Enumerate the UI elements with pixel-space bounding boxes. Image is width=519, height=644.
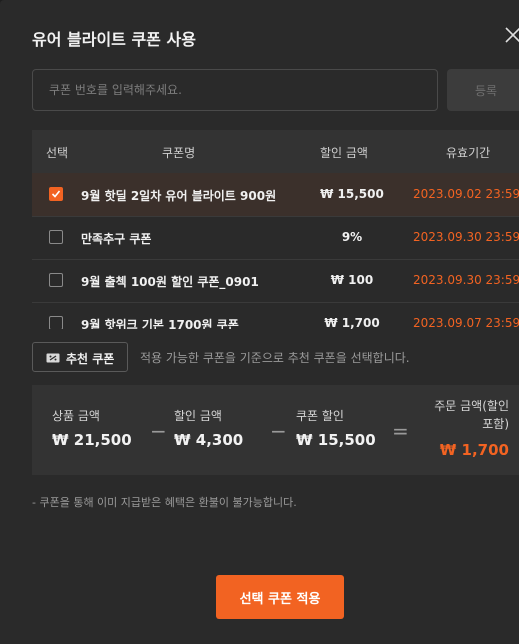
minus-sign: − xyxy=(150,419,167,443)
header-discount: 할인 금액 xyxy=(320,146,368,160)
discount-amount-value: ₩ 4,300 xyxy=(174,431,244,449)
coupon-list[interactable]: 9월 핫딜 2일차 유어 블라이트 900원 ₩ 15,500 2023.09.… xyxy=(32,173,519,329)
coupon-discount: 9% xyxy=(341,230,363,244)
coupon-discount-label: 쿠폰 할인 xyxy=(296,409,344,423)
coupon-row[interactable]: 9월 핫딜 2일차 유어 블라이트 900원 ₩ 15,500 2023.09.… xyxy=(32,173,519,217)
coupon-checkbox[interactable] xyxy=(49,316,63,329)
header-coupon-name: 쿠폰명 xyxy=(162,146,196,160)
refund-notice: - 쿠폰을 통해 이미 지급받은 혜택은 환불이 불가능합니다. xyxy=(32,496,297,509)
equals-sign: = xyxy=(392,419,409,443)
discount-amount-label: 할인 금액 xyxy=(174,409,222,423)
coupon-name: 9월 핫위크 기본 1700원 쿠폰 xyxy=(81,318,239,329)
price-summary: 상품 금액 ₩ 21,500 − 할인 금액 ₩ 4,300 − 쿠폰 할인 ₩… xyxy=(32,385,519,475)
coupon-discount: ₩ 100 xyxy=(330,273,374,287)
coupon-checkbox[interactable] xyxy=(49,273,63,287)
close-icon[interactable] xyxy=(504,26,519,46)
coupon-modal: 유어 블라이트 쿠폰 사용 등록 선택 쿠폰명 할인 금액 유효기간 9월 핫딜… xyxy=(0,0,519,644)
apply-selected-coupon-button[interactable]: 선택 쿠폰 적용 xyxy=(216,575,344,619)
order-total-value: ₩ 1,700 xyxy=(439,441,509,459)
minus-sign: − xyxy=(270,419,287,443)
coupon-validity: 2023.09.30 23:59 xyxy=(413,230,519,244)
coupon-discount: ₩ 15,500 xyxy=(320,187,384,201)
coupon-validity: 2023.09.07 23:59 xyxy=(413,316,519,329)
header-validity: 유효기간 xyxy=(446,146,491,160)
coupon-row[interactable]: 9월 출첵 100원 할인 쿠폰_0901 ₩ 100 2023.09.30 2… xyxy=(32,259,519,303)
order-total-label: 주문 금액(할인 포함) xyxy=(434,399,509,431)
coupon-validity: 2023.09.02 23:59 xyxy=(413,187,519,201)
coupon-name: 만족추구 쿠폰 xyxy=(81,232,152,246)
coupon-name: 9월 출첵 100원 할인 쿠폰_0901 xyxy=(81,275,259,289)
coupon-validity: 2023.09.30 23:59 xyxy=(413,273,519,287)
recommend-coupon-button[interactable]: 추천 쿠폰 xyxy=(32,342,128,372)
coupon-discount-value: ₩ 15,500 xyxy=(296,431,376,449)
ticket-icon xyxy=(46,352,60,366)
modal-title: 유어 블라이트 쿠폰 사용 xyxy=(32,30,196,49)
coupon-row[interactable]: 9월 핫위크 기본 1700원 쿠폰 ₩ 1,700 2023.09.07 23… xyxy=(32,302,519,329)
recommend-description: 적용 가능한 쿠폰을 기준으로 추천 쿠폰을 선택합니다. xyxy=(140,351,410,365)
coupon-code-input[interactable] xyxy=(32,69,438,111)
header-select: 선택 xyxy=(46,146,69,160)
coupon-table-header: 선택 쿠폰명 할인 금액 유효기간 xyxy=(32,130,519,173)
coupon-checkbox[interactable] xyxy=(49,230,63,244)
register-button[interactable]: 등록 xyxy=(447,69,519,111)
product-amount-label: 상품 금액 xyxy=(52,409,100,423)
product-amount-value: ₩ 21,500 xyxy=(52,431,132,449)
coupon-name: 9월 핫딜 2일차 유어 블라이트 900원 xyxy=(81,189,277,203)
recommend-coupon-label: 추천 쿠폰 xyxy=(66,352,115,366)
coupon-checkbox[interactable] xyxy=(49,187,63,201)
coupon-row[interactable]: 만족추구 쿠폰 9% 2023.09.30 23:59 xyxy=(32,216,519,260)
coupon-discount: ₩ 1,700 xyxy=(324,316,380,329)
